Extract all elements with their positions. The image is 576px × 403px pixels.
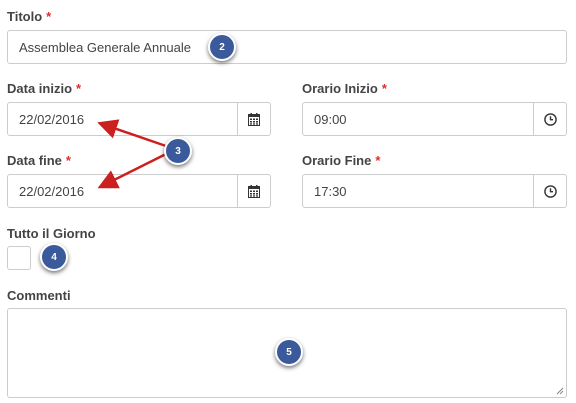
end-time-label: Orario Fine * — [302, 153, 380, 168]
required-marker: * — [375, 153, 381, 168]
calendar-icon — [248, 112, 260, 126]
comments-label-text: Commenti — [7, 288, 71, 303]
title-input-value: Assemblea Generale Annuale — [19, 39, 192, 55]
all-day-label-text: Tutto il Giorno — [7, 226, 96, 241]
start-date-label: Data inizio * — [7, 81, 81, 96]
start-time-label-text: Orario Inizio — [302, 81, 378, 96]
start-time-label: Orario Inizio * — [302, 81, 387, 96]
event-form: Titolo * Assemblea Generale Annuale Data … — [0, 0, 576, 403]
annotation-badge: 2 — [208, 33, 236, 61]
start-date-calendar-button[interactable] — [237, 102, 271, 136]
end-time-clock-button[interactable] — [533, 174, 567, 208]
end-date-input[interactable]: 22/02/2016 — [7, 174, 238, 208]
required-marker: * — [381, 81, 387, 96]
annotation-badge: 4 — [40, 243, 68, 271]
title-input[interactable]: Assemblea Generale Annuale — [7, 30, 567, 64]
start-time-clock-button[interactable] — [533, 102, 567, 136]
start-date-value: 22/02/2016 — [19, 111, 85, 127]
resize-grip-icon[interactable] — [556, 387, 564, 395]
annotation-badge: 5 — [275, 338, 303, 366]
all-day-checkbox[interactable] — [7, 246, 31, 270]
end-time-label-text: Orario Fine — [302, 153, 372, 168]
required-marker: * — [65, 153, 71, 168]
required-marker: * — [46, 9, 52, 24]
all-day-label: Tutto il Giorno — [7, 226, 96, 241]
clock-icon — [543, 184, 557, 198]
end-date-label-text: Data fine — [7, 153, 62, 168]
end-date-label: Data fine * — [7, 153, 71, 168]
start-date-input[interactable]: 22/02/2016 — [7, 102, 238, 136]
title-label: Titolo * — [7, 9, 51, 24]
end-time-value: 17:30 — [314, 183, 347, 199]
clock-icon — [543, 112, 557, 126]
start-time-value: 09:00 — [314, 111, 347, 127]
comments-label: Commenti — [7, 288, 71, 303]
calendar-icon — [248, 184, 260, 198]
annotation-badge: 3 — [164, 137, 192, 165]
end-date-value: 22/02/2016 — [19, 183, 85, 199]
end-date-calendar-button[interactable] — [237, 174, 271, 208]
title-label-text: Titolo — [7, 9, 43, 24]
end-time-input[interactable]: 17:30 — [302, 174, 534, 208]
required-marker: * — [76, 81, 82, 96]
start-date-label-text: Data inizio — [7, 81, 73, 96]
start-time-input[interactable]: 09:00 — [302, 102, 534, 136]
